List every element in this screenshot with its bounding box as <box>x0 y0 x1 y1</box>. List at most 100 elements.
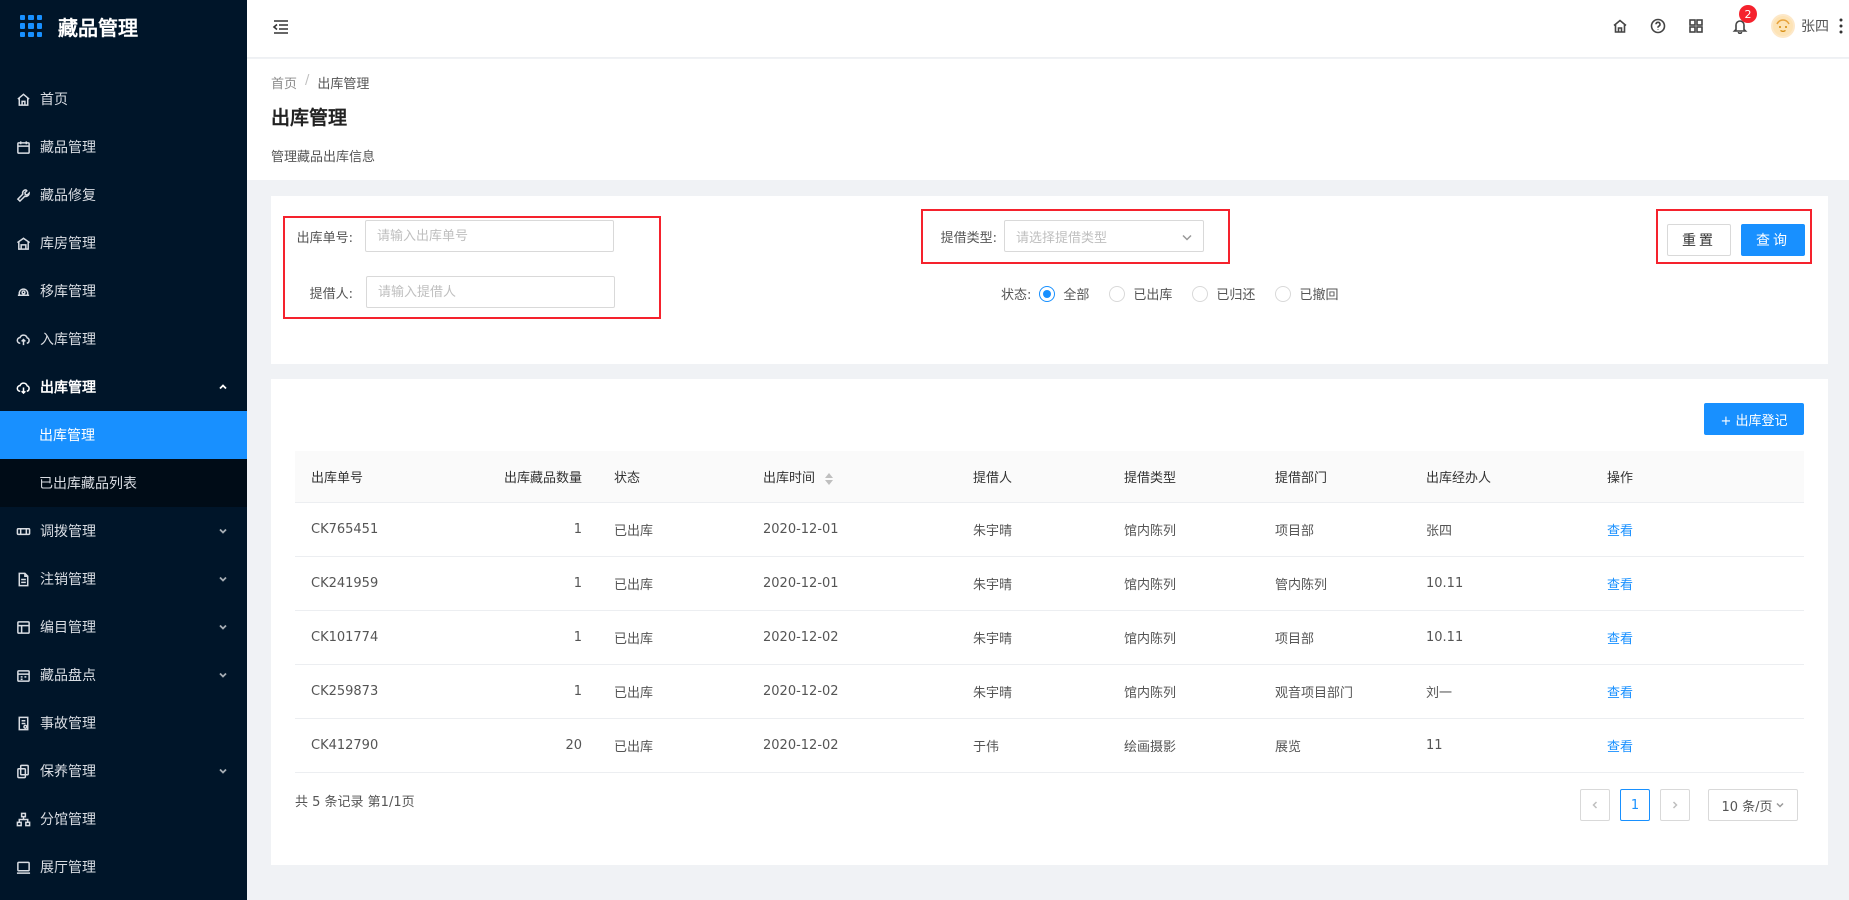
logo[interactable]: 藏品管理 <box>0 0 247 52</box>
prev-page-button[interactable] <box>1580 789 1610 821</box>
table-card: + 出库登记 出库单号 出库藏品数量 状态 出库时间 提借人 提借类型 提借部门… <box>271 379 1828 865</box>
sidebar-item-collection[interactable]: 藏品管理 <box>0 123 247 171</box>
cell-type: 馆内陈列 <box>1124 524 1177 539</box>
type-select[interactable]: 请选择提借类型 <box>1004 220 1204 252</box>
cell-quantity: 1 <box>573 630 582 645</box>
sidebar-item-label: 移库管理 <box>40 284 96 300</box>
page-header: 首页 / 出库管理 出库管理 管理藏品出库信息 <box>247 59 1849 180</box>
view-link[interactable]: 查看 <box>1591 574 1791 593</box>
submenu-item-outbound[interactable]: 出库管理 <box>0 411 247 459</box>
reset-button[interactable]: 重置 <box>1667 224 1731 256</box>
chevron-down-icon <box>217 525 229 537</box>
sidebar-item-allocate[interactable]: 调拨管理 <box>0 507 247 555</box>
sort-icon[interactable] <box>825 472 834 485</box>
sidebar: 藏品管理 首页 藏品管理 藏品修复 库房管理 移库管理 入库管理 出库管理 出库… <box>0 0 247 900</box>
sidebar-item-inventory[interactable]: 藏品盘点 <box>0 651 247 699</box>
status-radio-withdrawn[interactable]: 已撤回 <box>1275 284 1338 303</box>
order-no-input[interactable] <box>365 220 614 252</box>
table-row: CK412790 20 已出库 2020-12-02 于伟 绘画摄影 展览 11… <box>295 719 1804 773</box>
cell-status: 已出库 <box>614 740 654 755</box>
borrower-label: 提借人: <box>309 287 353 302</box>
cloud-download-icon <box>15 379 31 395</box>
submenu-item-outbound-list[interactable]: 已出库藏品列表 <box>0 459 247 507</box>
sidebar-item-label: 调拨管理 <box>40 524 96 540</box>
cell-time: 2020-12-02 <box>763 738 839 753</box>
cell-order-no: CK241959 <box>311 576 379 591</box>
type-label: 提借类型: <box>940 231 997 246</box>
chevron-down-icon <box>1776 802 1784 808</box>
sidebar-item-branch[interactable]: 分馆管理 <box>0 795 247 843</box>
status-radio-group: 状态: 全部 已出库 已归还 已撤回 <box>1001 284 1358 303</box>
sidebar-item-maintenance[interactable]: 保养管理 <box>0 747 247 795</box>
page-number-button[interactable]: 1 <box>1620 789 1650 821</box>
cell-handler: 11 <box>1426 738 1443 753</box>
cell-borrower: 朱宇晴 <box>973 686 1013 701</box>
more-vertical-icon[interactable] <box>1837 16 1845 36</box>
sidebar-item-transfer[interactable]: 移库管理 <box>0 267 247 315</box>
sidebar-item-label: 库房管理 <box>40 236 96 252</box>
sidebar-item-label: 首页 <box>40 92 68 108</box>
sidebar-item-label: 编目管理 <box>40 620 96 636</box>
radio-dot <box>1275 285 1292 302</box>
cell-time: 2020-12-02 <box>763 684 839 699</box>
apps-grid-icon[interactable] <box>1687 17 1705 35</box>
radio-label: 已出库 <box>1133 288 1173 303</box>
query-button[interactable]: 查询 <box>1741 224 1805 256</box>
user-name[interactable]: 张四 <box>1801 16 1829 36</box>
status-radio-all[interactable]: 全部 <box>1039 284 1089 303</box>
sidebar-menu: 首页 藏品管理 藏品修复 库房管理 移库管理 入库管理 出库管理 出库管理 已出… <box>0 75 247 891</box>
cell-order-no: CK412790 <box>311 738 379 753</box>
status-radio-returned[interactable]: 已归还 <box>1192 284 1255 303</box>
maintenance-icon <box>15 763 31 779</box>
view-link[interactable]: 查看 <box>1591 736 1791 755</box>
sidebar-item-cancel[interactable]: 注销管理 <box>0 555 247 603</box>
radio-label: 已撤回 <box>1299 288 1339 303</box>
view-link[interactable]: 查看 <box>1591 628 1791 647</box>
menu-fold-icon[interactable] <box>271 17 291 37</box>
help-icon[interactable] <box>1649 17 1667 35</box>
cell-type: 馆内陈列 <box>1124 686 1177 701</box>
sidebar-item-home[interactable]: 首页 <box>0 75 247 123</box>
home-icon[interactable] <box>1611 17 1629 35</box>
home-icon <box>15 91 31 107</box>
transfer-icon <box>15 283 31 299</box>
sidebar-item-repair[interactable]: 藏品修复 <box>0 171 247 219</box>
sidebar-item-warehouse[interactable]: 库房管理 <box>0 219 247 267</box>
sidebar-item-incident[interactable]: 事故管理 <box>0 699 247 747</box>
cell-time: 2020-12-02 <box>763 630 839 645</box>
radio-dot <box>1039 285 1056 302</box>
chevron-right-icon <box>1672 801 1678 809</box>
column-header-sortable[interactable]: 出库时间 <box>747 467 957 486</box>
cell-department: 项目部 <box>1275 524 1315 539</box>
add-outbound-button[interactable]: + 出库登记 <box>1704 403 1804 435</box>
sidebar-item-hall[interactable]: 展厅管理 <box>0 843 247 891</box>
bell-icon[interactable]: 2 <box>1731 5 1757 35</box>
sidebar-item-inbound[interactable]: 入库管理 <box>0 315 247 363</box>
table-row: CK765451 1 已出库 2020-12-01 朱宇晴 馆内陈列 项目部 张… <box>295 503 1804 557</box>
cell-department: 展览 <box>1275 740 1302 755</box>
breadcrumb-home[interactable]: 首页 <box>271 73 297 92</box>
cell-handler: 张四 <box>1426 524 1453 539</box>
view-link[interactable]: 查看 <box>1591 520 1791 539</box>
sidebar-item-label: 藏品盘点 <box>40 668 96 684</box>
column-header: 操作 <box>1607 471 1634 486</box>
cell-borrower: 朱宇晴 <box>973 524 1013 539</box>
borrower-input[interactable] <box>366 276 615 308</box>
inventory-icon <box>15 667 31 683</box>
radio-label: 全部 <box>1063 288 1090 303</box>
document-icon <box>15 571 31 587</box>
sidebar-item-catalog[interactable]: 编目管理 <box>0 603 247 651</box>
avatar[interactable] <box>1771 14 1795 38</box>
status-radio-outbound[interactable]: 已出库 <box>1109 284 1172 303</box>
calendar-icon <box>15 139 31 155</box>
sidebar-item-label: 藏品修复 <box>40 188 96 204</box>
chevron-down-icon <box>217 765 229 777</box>
cell-borrower: 朱宇晴 <box>973 578 1013 593</box>
cell-order-no: CK259873 <box>311 684 379 699</box>
next-page-button[interactable] <box>1660 789 1690 821</box>
sidebar-item-outbound[interactable]: 出库管理 <box>0 363 247 411</box>
sidebar-item-label: 分馆管理 <box>40 812 96 828</box>
view-link[interactable]: 查看 <box>1591 682 1791 701</box>
chevron-up-icon <box>217 381 229 393</box>
page-size-select[interactable]: 10 条/页 <box>1708 789 1798 821</box>
